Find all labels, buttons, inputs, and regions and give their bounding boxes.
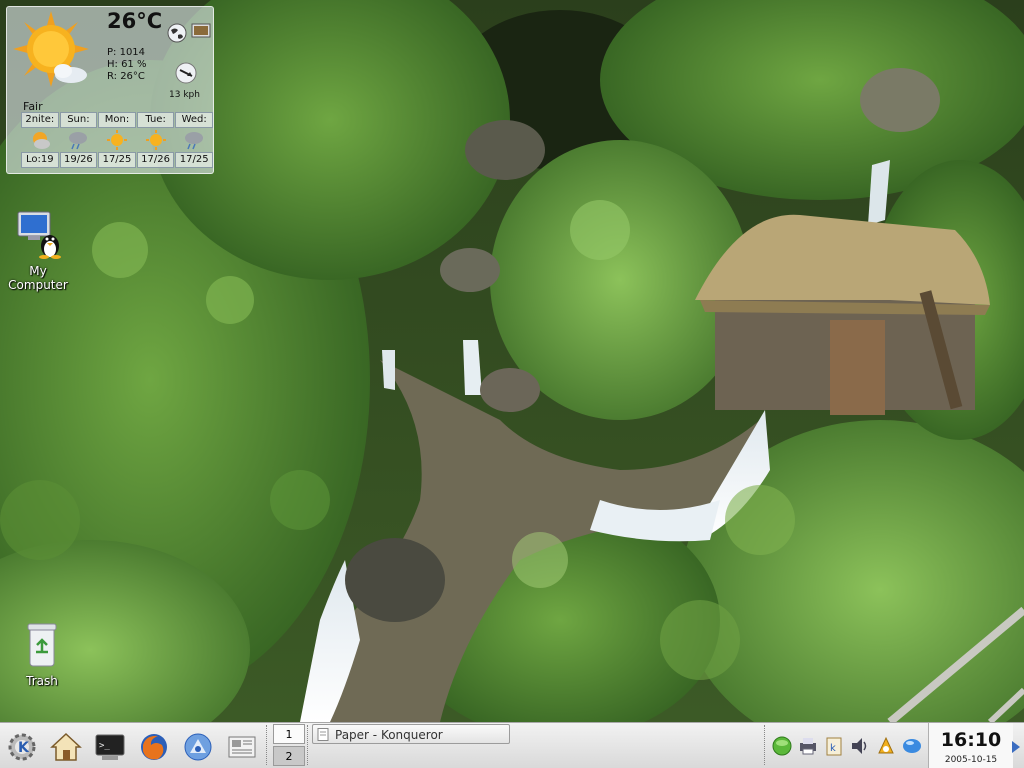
my-computer-label-line2: Computer — [8, 278, 68, 292]
storm-cloud-icon — [185, 132, 204, 150]
globe-icon[interactable] — [167, 23, 187, 43]
terminal-icon: >_ — [95, 734, 125, 760]
computer-icon — [17, 211, 61, 259]
sun-icon — [145, 130, 166, 150]
monitor-icon[interactable] — [191, 23, 211, 41]
pager-desktop-1[interactable]: 1 — [273, 724, 305, 744]
forecast-day-label: Tue: — [136, 112, 175, 128]
kde-menu-button[interactable]: K — [4, 729, 40, 765]
tray-updates[interactable] — [900, 731, 924, 761]
moon-cloud-icon — [32, 132, 50, 149]
forecast-temps: 17/25 — [98, 152, 136, 168]
tray-printer[interactable] — [796, 731, 820, 761]
realfeel: R: 26°C — [107, 71, 145, 82]
clock-date: 2005-10-15 — [944, 755, 998, 765]
desktop-pager: 1 2 — [273, 724, 305, 768]
panel-clock[interactable]: 16:10 2005-10-15 — [928, 723, 1013, 768]
panel-hide-arrow-icon[interactable] — [1012, 741, 1020, 753]
wind-compass-icon — [175, 62, 197, 84]
forecast-day: Sun: 19/26 — [59, 112, 98, 170]
tray-network[interactable] — [770, 731, 794, 761]
storm-cloud-icon — [69, 132, 88, 150]
forecast-day-label: Sun: — [59, 112, 98, 128]
temperature: 26°C — [107, 9, 163, 33]
trash-icon — [27, 623, 57, 667]
tray-klipper[interactable]: k — [822, 731, 846, 761]
sun-icon — [106, 130, 127, 150]
newspaper-icon — [228, 736, 256, 758]
wind-speed: 13 kph — [169, 90, 200, 100]
kde-panel: K >_ 1 2 Paper - Konqueror k 16:10 2005-… — [0, 722, 1024, 768]
panel-separator — [307, 725, 311, 765]
home-icon — [50, 732, 82, 761]
trash-desktop-icon[interactable]: Trash — [4, 620, 80, 688]
my-computer-label-line1: My — [29, 264, 47, 278]
humidity: H: 61 % — [107, 59, 147, 70]
firefox-launcher[interactable] — [136, 729, 172, 765]
forecast-day: Tue: 17/26 — [136, 112, 175, 170]
network-icon — [772, 736, 792, 756]
volume-icon — [852, 738, 867, 754]
forecast-day-label: Wed: — [175, 112, 213, 128]
home-launcher[interactable] — [48, 729, 84, 765]
pager-desktop-2[interactable]: 2 — [273, 746, 305, 766]
news-launcher[interactable] — [224, 729, 260, 765]
panel-separator — [764, 725, 768, 765]
sun-cloud-icon — [13, 11, 89, 87]
printer-icon — [800, 738, 816, 755]
forecast-day: Mon: 17/25 — [98, 112, 136, 170]
forecast-day-label: 2nite: — [21, 112, 59, 128]
konqueror-launcher[interactable] — [180, 729, 216, 765]
weather-widget[interactable]: 26°C P: 1014 H: 61 % R: 26°C 13 kph Fair… — [6, 6, 214, 174]
panel-separator — [266, 725, 270, 765]
clock-time: 16:10 — [940, 729, 1002, 751]
task-label: Paper - Konqueror — [335, 728, 443, 742]
klipper-icon: k — [826, 737, 842, 756]
forecast-day: 2nite: Lo:19 — [21, 112, 59, 170]
kde-menu-icon: K — [8, 733, 36, 761]
konqueror-icon — [184, 733, 212, 761]
terminal-launcher[interactable]: >_ — [92, 729, 128, 765]
system-tray: k — [770, 731, 924, 761]
svg-text:K: K — [18, 740, 30, 756]
forecast-temps: 17/26 — [136, 152, 175, 168]
forecast-temps: Lo:19 — [21, 152, 59, 168]
pressure: P: 1014 — [107, 47, 146, 58]
forecast-table: 2nite: Lo:19 Sun: 19/26 Mon: 17/25 Tue: … — [21, 112, 213, 170]
updates-icon — [903, 739, 921, 753]
forecast-day-label: Mon: — [98, 112, 136, 128]
weather-stats: P: 1014 H: 61 % R: 26°C — [107, 47, 146, 83]
svg-text:k: k — [830, 743, 836, 754]
my-computer-desktop-icon[interactable]: My Computer — [0, 210, 76, 292]
forecast-temps: 17/25 — [175, 152, 213, 168]
my-computer-label: My Computer — [0, 264, 76, 292]
forecast-temps: 19/26 — [59, 152, 98, 168]
document-icon — [317, 728, 329, 741]
svg-text:>_: >_ — [99, 741, 110, 751]
forecast-day: Wed: 17/25 — [175, 112, 213, 170]
taskbar-item-konqueror[interactable]: Paper - Konqueror — [312, 724, 510, 744]
tray-kmix[interactable] — [874, 731, 898, 761]
tray-volume[interactable] — [848, 731, 872, 761]
kmix-icon — [878, 736, 894, 754]
trash-label: Trash — [26, 674, 58, 688]
firefox-icon — [141, 734, 167, 760]
